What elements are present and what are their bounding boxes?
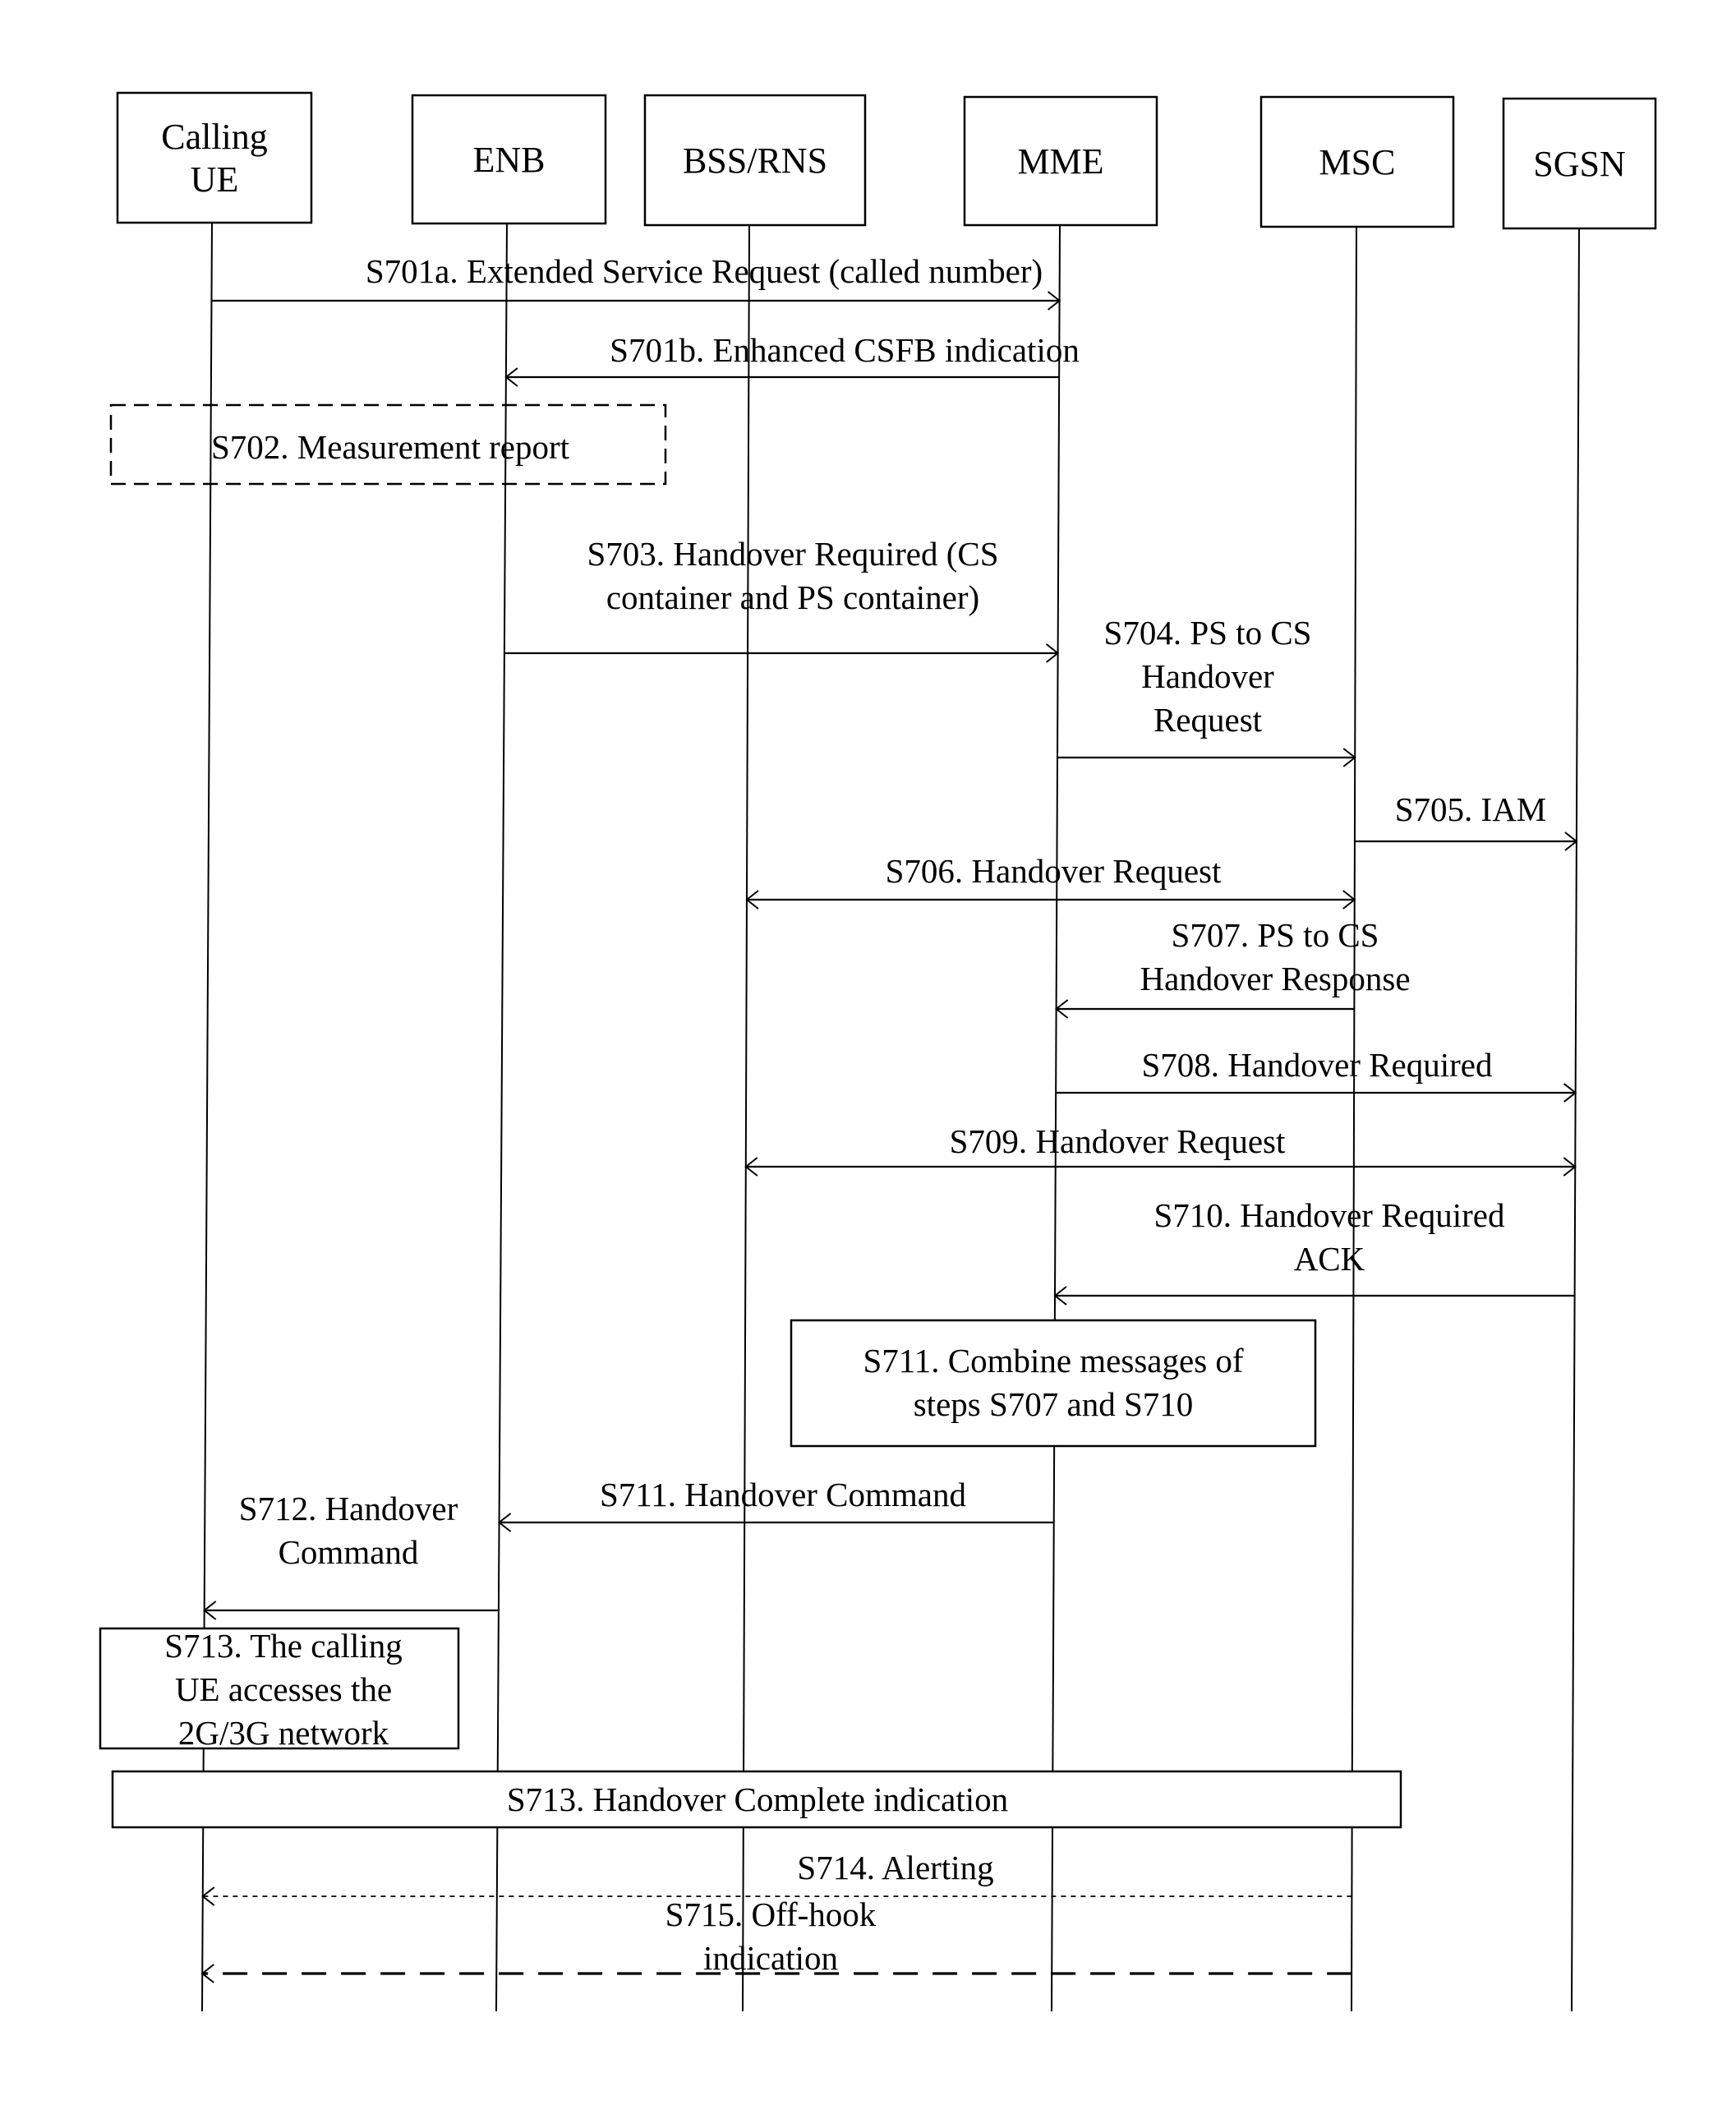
message-label: S706. Handover Request (886, 852, 1222, 890)
participant-label: ENB (473, 140, 546, 180)
message-label: S707. PS to CS (1172, 916, 1379, 954)
message-label: S701a. Extended Service Request (called … (366, 252, 1043, 290)
note-s702: S702. Measurement report (109, 403, 667, 486)
note-s711: S711. Combine messages of steps S707 and … (790, 1319, 1317, 1448)
message-label: Handover Response (1140, 960, 1410, 997)
note-label: S711. Combine messages of (863, 1342, 1243, 1380)
message-label: Request (1153, 701, 1263, 739)
message-label: S712. Handover (239, 1490, 458, 1527)
lifeline-msc (1351, 226, 1357, 2012)
message-label: S710. Handover Required (1154, 1196, 1505, 1234)
message-label: Command (279, 1533, 419, 1571)
message-s703: S703. Handover Required (CS container and… (504, 535, 1060, 663)
message-label: S704. PS to CS (1104, 614, 1312, 652)
message-label: container and PS container) (606, 578, 979, 616)
message-s701a: S701a. Extended Service Request (called … (211, 252, 1061, 311)
lifeline-sgsn (1571, 228, 1580, 2012)
participant-label: Calling (161, 117, 268, 157)
participant-enb: ENB (411, 94, 607, 225)
participant-ue: CallingUE (116, 91, 313, 224)
sequence-diagram: CallingUE ENB BSS/RNS MME MSC SGSN S702. Meas… (99, 91, 1657, 2012)
note-label: UE accesses the (175, 1670, 392, 1708)
message-s705: S705. IAM (1354, 790, 1578, 851)
message-label: S709. Handover Request (950, 1122, 1286, 1160)
message-label: ACK (1294, 1240, 1365, 1278)
message-s715: S715. Off-hook indication (200, 1895, 1352, 1983)
message-s711cmd: S711. Handover Command (497, 1476, 1054, 1532)
message-label: S701b. Enhanced CSFB indication (610, 331, 1080, 369)
lifeline-bss (742, 224, 750, 2012)
message-s710: S710. Handover Required ACK (1053, 1196, 1575, 1306)
participant-box (116, 91, 313, 224)
message-s712: S712. Handover Command (203, 1490, 499, 1620)
message-s701b: S701b. Enhanced CSFB indication (504, 331, 1080, 387)
message-label: S714. Alerting (797, 1849, 993, 1886)
note-label: 2G/3G network (178, 1714, 389, 1752)
message-label: S703. Handover Required (CS (587, 535, 998, 573)
participant-label: MME (1017, 141, 1103, 182)
message-label: S711. Handover Command (600, 1476, 966, 1513)
lifeline-enb (495, 223, 508, 2012)
note-s713b: S713. Handover Complete indication (111, 1770, 1402, 1829)
participant-msc: MSC (1259, 95, 1455, 228)
lifeline-mme (1051, 224, 1061, 2012)
message-s706: S706. Handover Request (745, 852, 1356, 910)
message-s709: S709. Handover Request (744, 1122, 1577, 1177)
message-label: indication (703, 1939, 838, 1977)
message-s708: S708. Handover Required (1056, 1046, 1577, 1103)
note-s713a: S713. The calling UE accesses the 2G/3G ne… (99, 1627, 460, 1752)
participant-label: MSC (1319, 142, 1396, 182)
note-label: S713. Handover Complete indication (507, 1780, 1008, 1818)
message-label: S715. Off-hook (665, 1895, 877, 1933)
participant-bss: BSS/RNS (643, 94, 867, 227)
participant-label: BSS/RNS (683, 140, 827, 181)
participant-label: UE (191, 159, 239, 200)
participant-label: SGSN (1533, 144, 1626, 184)
message-s704: S704. PS to CS Handover Request (1057, 614, 1356, 767)
note-label: S713. The calling (164, 1627, 403, 1665)
note-label: S702. Measurement report (211, 428, 570, 466)
note-label: steps S707 and S710 (914, 1385, 1194, 1423)
message-label: Handover (1141, 657, 1274, 695)
message-label: S705. IAM (1395, 790, 1547, 828)
participant-sgsn: SGSN (1502, 97, 1657, 230)
message-label: S708. Handover Required (1142, 1046, 1493, 1084)
message-s707: S707. PS to CS Handover Response (1054, 916, 1411, 1019)
participant-mme: MME (963, 95, 1158, 227)
note-box (790, 1319, 1317, 1448)
